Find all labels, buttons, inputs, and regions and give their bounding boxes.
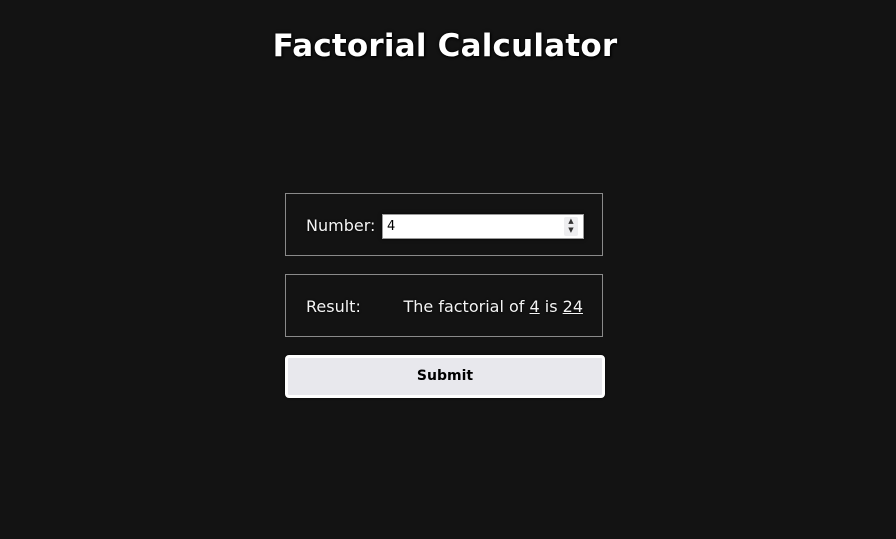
chevron-up-icon[interactable]: ▲ — [564, 217, 578, 226]
submit-button[interactable]: Submit — [285, 355, 605, 398]
result-label: Result: — [306, 297, 361, 316]
result-panel: Result: The factorial of 4 is 24 — [285, 274, 603, 337]
page-title: Factorial Calculator — [272, 28, 618, 64]
factorial-page: Factorial Calculator Number: 4 ▲ ▼ Resul… — [0, 0, 896, 539]
result-middle: is — [544, 297, 558, 316]
number-label: Number: — [306, 216, 376, 235]
number-input-value: 4 — [387, 219, 396, 234]
result-prefix: The factorial of — [403, 297, 525, 316]
result-input-number: 4 — [529, 297, 540, 316]
number-spinner[interactable]: ▲ ▼ — [564, 217, 578, 236]
result-text: The factorial of 4 is 24 — [403, 297, 583, 316]
number-input[interactable]: 4 ▲ ▼ — [382, 214, 584, 239]
result-factorial-value: 24 — [562, 297, 583, 316]
number-panel: Number: 4 ▲ ▼ — [285, 193, 603, 256]
chevron-down-icon[interactable]: ▼ — [564, 226, 578, 235]
